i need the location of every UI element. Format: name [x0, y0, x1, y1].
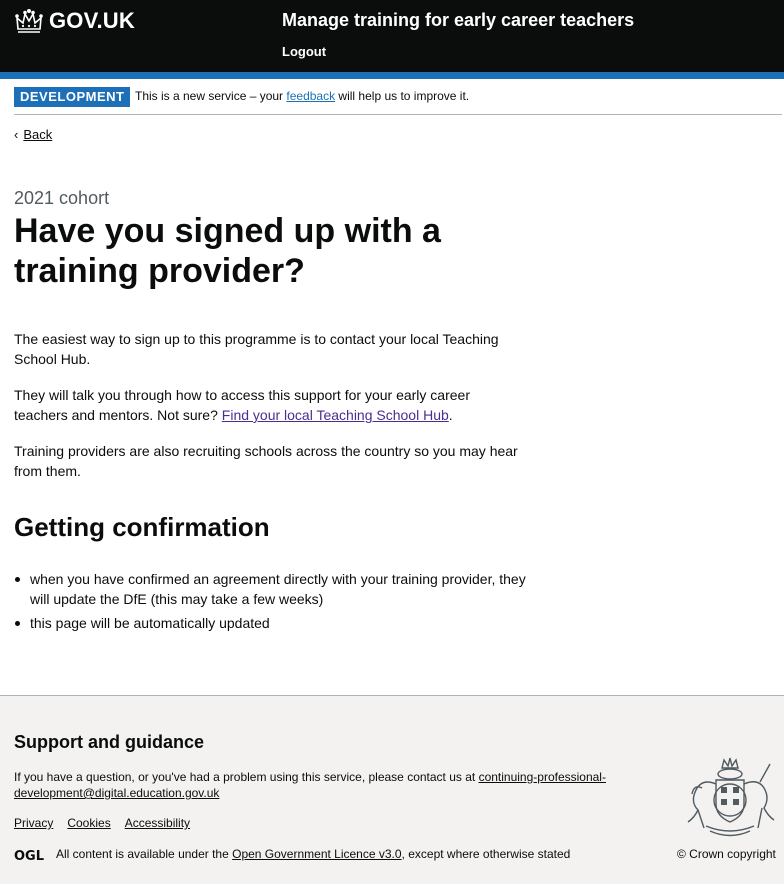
crown-copyright-link[interactable]: © Crown copyright — [677, 847, 776, 861]
footer-links: Privacy Cookies Accessibility — [14, 816, 190, 830]
support-text-end: . — [448, 407, 453, 423]
licence-text-before: All content is available under the — [56, 847, 233, 861]
open-government-licence-link[interactable]: Open Government Licence v3.0 — [232, 847, 401, 861]
list-item: this page will be automatically updated — [14, 613, 534, 633]
find-teaching-school-hub-link[interactable]: Find your local Teaching School Hub — [222, 407, 449, 423]
list-item: when you have confirmed an agreement dir… — [14, 569, 534, 609]
header-blue-border — [0, 72, 784, 79]
royal-coat-of-arms-icon[interactable] — [680, 754, 780, 838]
licence-row: OGL All content is available under the O… — [14, 847, 570, 861]
chevron-left-icon: ‹ — [14, 127, 19, 142]
intro-paragraph: The easiest way to sign up to this progr… — [14, 331, 499, 367]
govuk-logo-link[interactable]: GOV.UK — [14, 8, 135, 34]
accessibility-link[interactable]: Accessibility — [125, 816, 190, 830]
cookies-link[interactable]: Cookies — [67, 816, 110, 830]
back-link[interactable]: ‹ Back — [14, 127, 52, 142]
site-header: GOV.UK Manage training for early career … — [0, 0, 784, 72]
phase-banner: DEVELOPMENT This is a new service – your… — [14, 87, 782, 115]
confirmation-list: when you have confirmed an agreement dir… — [14, 569, 534, 637]
licence-text: All content is available under the Open … — [56, 847, 570, 861]
support-paragraph: They will talk you through how to access… — [14, 385, 524, 425]
cohort-caption: 2021 cohort — [14, 188, 110, 208]
crown-icon — [15, 9, 43, 33]
site-footer: Support and guidance If you have a quest… — [0, 695, 784, 884]
phase-tag: DEVELOPMENT — [14, 87, 131, 107]
logout-link[interactable]: Logout — [282, 44, 326, 59]
phase-text-after: will help us to improve it. — [335, 89, 470, 103]
privacy-link[interactable]: Privacy — [14, 816, 53, 830]
ogl-logo-icon: OGL — [14, 849, 44, 861]
page-title: Have you signed up with a training provi… — [14, 212, 441, 290]
phase-text-before: This is a new service – your — [135, 89, 287, 103]
recruiting-paragraph: Training providers are also recruiting s… — [14, 443, 518, 479]
service-name[interactable]: Manage training for early career teacher… — [282, 10, 634, 31]
licence-text-after: , except where otherwise stated — [401, 847, 571, 861]
support-text: If you have a question, or you've had a … — [14, 769, 634, 801]
govuk-logo-text: GOV.UK — [49, 8, 135, 33]
feedback-link[interactable]: feedback — [286, 89, 335, 103]
ogl-logo-text: OGL — [14, 849, 44, 861]
back-link-label: Back — [23, 127, 53, 142]
phase-banner-text: This is a new service – your feedback wi… — [135, 89, 469, 103]
support-guidance-heading: Support and guidance — [14, 732, 205, 752]
getting-confirmation-heading: Getting confirmation — [14, 512, 270, 542]
support-contact-text: If you have a question, or you've had a … — [14, 770, 479, 784]
